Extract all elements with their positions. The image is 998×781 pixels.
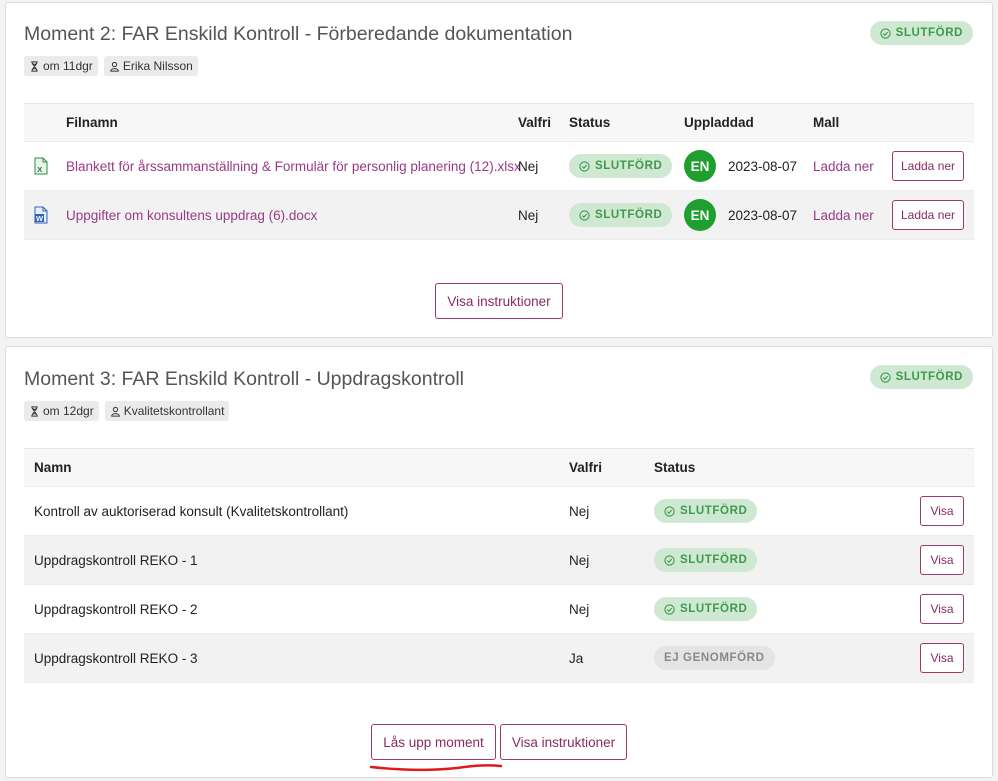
check-circle-icon: [879, 27, 891, 39]
template-download-link[interactable]: Ladda ner: [813, 142, 874, 190]
files-table: Filnamn Valfri Status Uppladdad Mall X B…: [24, 103, 974, 240]
table-header: Filnamn Valfri Status Uppladdad Mall: [24, 104, 974, 142]
status-label: SLUTFÖRD: [595, 160, 663, 172]
tasks-table: Namn Valfri Status Kontroll av auktorise…: [24, 448, 974, 683]
task-name: Uppdragskontroll REKO - 2: [34, 601, 198, 617]
deadline-tag: om 12dgr: [24, 401, 99, 421]
avatar: EN: [684, 199, 716, 231]
avatar: EN: [684, 150, 716, 182]
column-header-name: Namn: [34, 460, 72, 475]
upload-date: 2023-08-07: [728, 158, 798, 174]
table-row: Uppdragskontroll REKO - 3 Ja EJ GENOMFÖR…: [24, 634, 974, 683]
table-row: Kontroll av auktoriserad konsult (Kvalit…: [24, 487, 974, 536]
deadline-tag: om 11dgr: [24, 56, 98, 76]
status-badge: SLUTFÖRD: [569, 203, 673, 227]
optional-value: Nej: [518, 158, 539, 174]
person-icon: [110, 406, 120, 417]
optional-value: Nej: [569, 503, 590, 519]
table-row: Uppdragskontroll REKO - 2 Nej SLUTFÖRD V…: [24, 585, 974, 634]
moment-3-status-badge: SLUTFÖRD: [869, 365, 973, 389]
person-icon: [109, 61, 119, 72]
view-button[interactable]: Visa: [920, 496, 964, 526]
download-button[interactable]: Ladda ner: [892, 200, 964, 230]
optional-value: Nej: [569, 601, 590, 617]
status-badge: SLUTFÖRD: [654, 499, 758, 523]
table-row: Uppdragskontroll REKO - 1 Nej SLUTFÖRD V…: [24, 536, 974, 585]
deadline-label: om 11dgr: [43, 59, 93, 73]
assignee-tag: Erika Nilsson: [103, 56, 198, 76]
check-circle-icon: [579, 160, 590, 172]
status-label: SLUTFÖRD: [680, 554, 748, 566]
status-badge: SLUTFÖRD: [569, 154, 673, 178]
table-header: Namn Valfri Status: [24, 449, 974, 487]
column-header-status: Status: [654, 460, 696, 475]
optional-value: Nej: [518, 207, 539, 223]
column-header-optional: Valfri: [569, 460, 603, 475]
check-circle-icon: [879, 371, 891, 383]
unlock-moment-button[interactable]: Lås upp moment: [371, 724, 496, 760]
show-instructions-button[interactable]: Visa instruktioner: [435, 283, 563, 319]
assignee-tag: Kvalitetskontrollant: [104, 401, 230, 421]
check-circle-icon: [664, 603, 675, 615]
moment-2-card: Moment 2: FAR Enskild Kontroll - Förbere…: [5, 2, 993, 338]
svg-text:W: W: [36, 214, 44, 223]
hourglass-icon: [31, 405, 38, 417]
check-circle-icon: [664, 554, 675, 566]
file-name-link[interactable]: Blankett för årssammanställning & Formul…: [66, 142, 521, 190]
view-button[interactable]: Visa: [920, 594, 964, 624]
status-label: SLUTFÖRD: [895, 27, 963, 39]
word-file-icon: W: [34, 191, 48, 239]
moment-3-card: Moment 3: FAR Enskild Kontroll - Uppdrag…: [5, 346, 993, 778]
status-label: EJ GENOMFÖRD: [664, 652, 765, 664]
check-circle-icon: [579, 209, 590, 221]
assignee-label: Kvalitetskontrollant: [123, 404, 225, 418]
column-header-template: Mall: [813, 115, 840, 130]
template-download-link[interactable]: Ladda ner: [813, 191, 874, 239]
table-row: X Blankett för årssammanställning & Form…: [24, 142, 974, 191]
column-header-status: Status: [569, 115, 611, 130]
status-badge: SLUTFÖRD: [654, 597, 758, 621]
moment-2-title: Moment 2: FAR Enskild Kontroll - Förbere…: [24, 23, 573, 45]
deadline-label: om 12dgr: [43, 404, 94, 418]
status-label: SLUTFÖRD: [895, 371, 963, 383]
check-circle-icon: [664, 505, 675, 517]
view-button[interactable]: Visa: [920, 643, 964, 673]
status-label: SLUTFÖRD: [595, 209, 663, 221]
download-button[interactable]: Ladda ner: [892, 151, 964, 181]
file-name-link[interactable]: Uppgifter om konsultens uppdrag (6).docx: [66, 191, 317, 239]
column-header-filename: Filnamn: [66, 115, 118, 130]
annotation-underline: [369, 764, 503, 772]
excel-file-icon: X: [34, 142, 48, 190]
column-header-uploaded: Uppladdad: [684, 115, 754, 130]
status-badge: SLUTFÖRD: [654, 548, 758, 572]
status-badge: EJ GENOMFÖRD: [654, 646, 775, 670]
status-label: SLUTFÖRD: [680, 603, 748, 615]
upload-date: 2023-08-07: [728, 207, 798, 223]
column-header-optional: Valfri: [518, 115, 552, 130]
svg-text:X: X: [37, 165, 42, 174]
task-name: Uppdragskontroll REKO - 1: [34, 552, 198, 568]
optional-value: Nej: [569, 552, 590, 568]
task-name: Uppdragskontroll REKO - 3: [34, 650, 198, 666]
status-label: SLUTFÖRD: [680, 505, 748, 517]
assignee-label: Erika Nilsson: [122, 59, 193, 73]
optional-value: Ja: [569, 650, 584, 666]
task-name: Kontroll av auktoriserad konsult (Kvalit…: [34, 503, 349, 519]
moment-2-status-badge: SLUTFÖRD: [869, 21, 973, 45]
moment-3-title: Moment 3: FAR Enskild Kontroll - Uppdrag…: [24, 368, 465, 390]
table-row: W Uppgifter om konsultens uppdrag (6).do…: [24, 191, 974, 240]
view-button[interactable]: Visa: [920, 545, 964, 575]
show-instructions-button[interactable]: Visa instruktioner: [500, 724, 627, 760]
hourglass-icon: [31, 60, 38, 72]
